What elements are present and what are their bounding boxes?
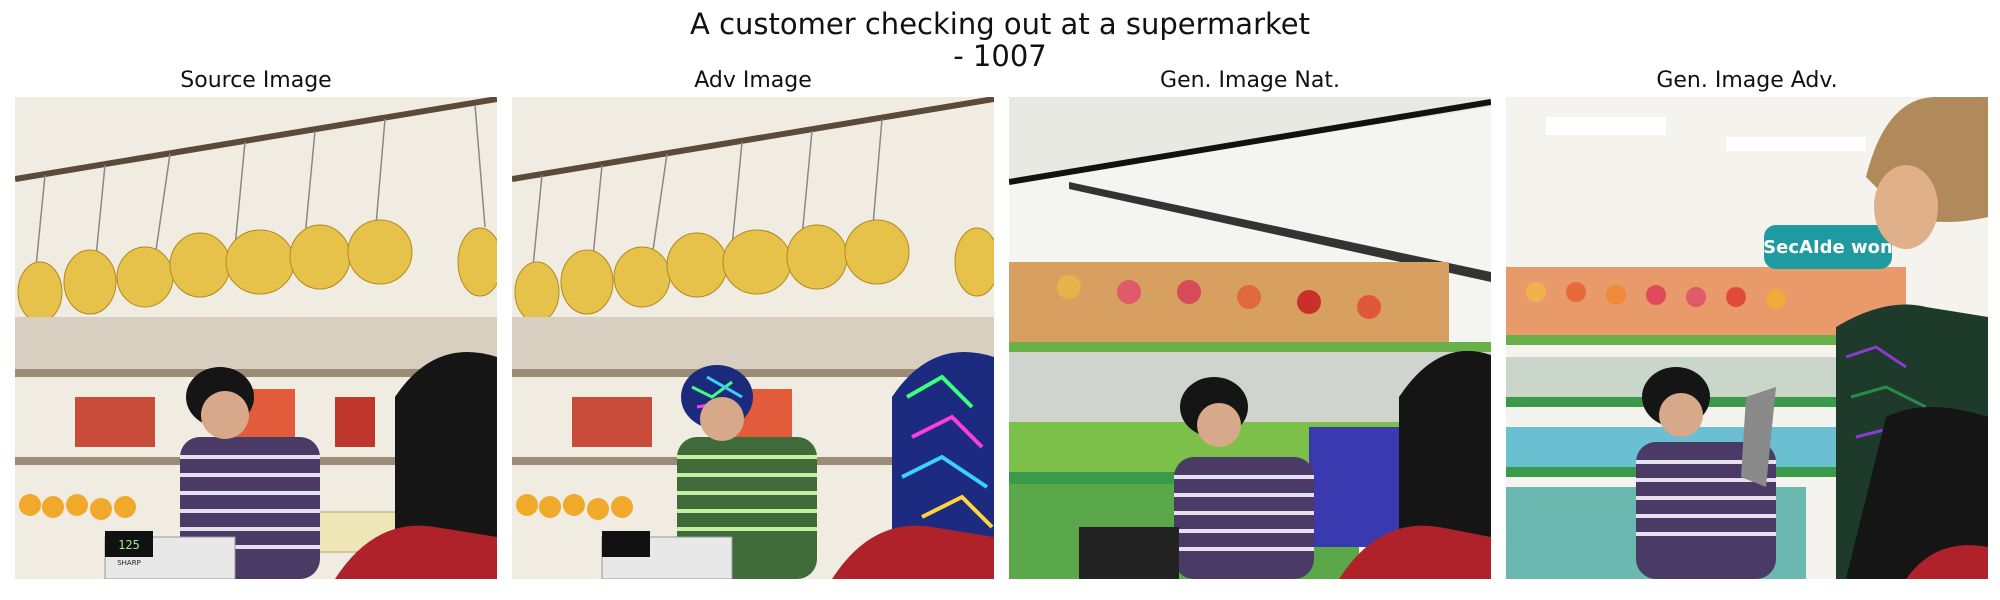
- panel-title-gen-adv: Gen. Image Adv.: [1656, 68, 1838, 93]
- figure-title: A customer checking out at a supermarket: [690, 7, 1310, 41]
- adversarial-image: [512, 97, 994, 579]
- panel-title-gen-nat: Gen. Image Nat.: [1160, 68, 1340, 93]
- scale-display: 125: [118, 538, 140, 552]
- store-sign-text: SecAIde won: [1763, 237, 1893, 258]
- generated-adversarial-image: SecAIde won: [1506, 97, 1988, 579]
- panel-title-source: Source Image: [180, 68, 332, 93]
- generated-natural-image: [1009, 97, 1491, 579]
- panel-title-adv: Adv Image: [694, 68, 812, 93]
- source-image: 125 SHARP: [15, 97, 497, 579]
- scale-brand: SHARP: [117, 559, 141, 567]
